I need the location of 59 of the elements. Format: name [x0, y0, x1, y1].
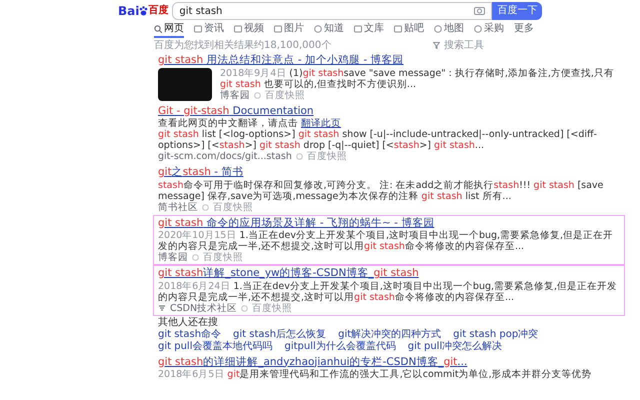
tab[interactable]: 采购 — [474, 23, 504, 38]
logo-text: 百度 — [148, 4, 168, 18]
related-search-link[interactable]: git pull冲突怎么解决 — [408, 340, 502, 352]
circle-icon — [241, 304, 248, 312]
result-title-link[interactable]: git stash的详细讲解_andyzhaojianhui的专栏-CSDN博客_git... — [158, 356, 468, 368]
square-icon — [394, 24, 402, 32]
square-icon — [354, 24, 362, 32]
tab[interactable]: 贴吧 — [394, 23, 424, 38]
search-icon — [154, 24, 162, 32]
result-snippet: 2018年6月5日 git是用来管理代码和工作流的强大工具,它以commit为单位,形成本并群分支等优势 — [158, 369, 593, 380]
result-count: 百度为您找到相关结果约18,100,000个 — [154, 40, 332, 51]
source-text: 简书社区 — [158, 202, 198, 212]
tab[interactable]: 文库 — [354, 23, 384, 38]
tab[interactable]: 地图 — [434, 23, 464, 38]
result-title-link[interactable]: git stash 命令的应用场景及详解 - 飞翔的蜗牛~ - 博客园 — [158, 216, 434, 230]
circle-icon — [192, 254, 199, 261]
related-title: 其他人还在搜 — [158, 316, 219, 328]
square-icon — [274, 24, 282, 32]
tab[interactable]: 知道 — [314, 23, 344, 38]
translate-note: 查看此网页的中文翻译，请点击 翻译此页 — [158, 118, 342, 129]
translate-link[interactable]: 翻译此页 — [301, 118, 342, 129]
camera-icon — [474, 6, 486, 15]
source-text: 博客园 — [220, 90, 250, 100]
result-title-link[interactable]: git stash 用法总结和注意点 - 加个小鸡腿 - 博客园 — [158, 54, 404, 67]
related-search-link[interactable]: git pull会覆盖本地代码吗 — [158, 340, 272, 352]
tab[interactable]: 更多 — [514, 23, 534, 38]
result-title-link[interactable]: git stash详解_stone_yw的博客-CSDN博客_git stash — [158, 267, 419, 280]
paw-icon — [139, 6, 148, 16]
tab[interactable]: 视频 — [234, 23, 264, 38]
source-text: 博客园 — [158, 252, 188, 263]
related-search-link[interactable]: git stash命令 — [158, 328, 222, 340]
related-search-link[interactable]: git stash后怎么恢复 — [233, 328, 326, 340]
circle-icon — [434, 24, 442, 32]
source-text: CSDN技术社区 — [170, 302, 238, 314]
circle-icon — [202, 204, 209, 210]
circle-icon — [254, 92, 261, 98]
square-icon — [234, 24, 242, 32]
circle-icon — [314, 24, 322, 32]
result-snippet: 2018年6月24日 1.当正在dev分支上开发某个项目,这时项目中出现一个bug,需要紧急修复,但是正在开发的内容只是完成一半,还不想提交,这时可以用git stash命令将修改的内容保存至... — [158, 280, 618, 302]
result-snippet: 2020年10月15日 1.当正在dev分支上开发某个项目,这时项目中出现一个bug,需要紧急修复,但是正在开发的内容只是完成一半,还不想提交,这时可以用git stash命令将修改的内容保存至... — [158, 230, 614, 252]
search-button[interactable]: 百度一下 — [492, 2, 542, 20]
square-icon — [194, 24, 202, 32]
result-snippet: 2018年9月4日 (1)git stashsave "save message" : 执行存储时,添加备注,方便查找,只有git stash 也要可以的,但查找时不方便识别... — [220, 68, 615, 90]
tab[interactable]: 网页 — [154, 23, 184, 38]
result-title-link[interactable]: Git - git-stash Documentation — [158, 104, 314, 118]
circle-icon — [296, 153, 303, 160]
related-search-link[interactable]: git解决冲突的四种方式 — [338, 328, 442, 340]
source-text: git-scm.com/docs/git...stash — [158, 151, 292, 162]
result-snippet: git stash list [<log-options>] git stash show [-u|--include-untracked|--only-untracked] [<diff-options>] [<stash>] git stash drop [-q|--quiet] [<stash>] git stash... — [158, 129, 598, 151]
tab[interactable]: 图片 — [274, 23, 304, 38]
filter-icon — [433, 42, 440, 49]
related-search-link[interactable]: git stash pop冲突 — [453, 328, 538, 340]
logo-text: Bai — [118, 4, 140, 18]
related-search-link[interactable]: gitpull为什么会覆盖代码 — [284, 340, 396, 352]
circle-icon — [474, 24, 482, 32]
result-snippet: stash命令可用于临时保存和回复修改,可跨分支。 注: 在未add之前才能执行stash!!! git stash [save message] 保存,save为可选项,message为本次保存的注释 git stash list 所有... — [158, 180, 604, 202]
result-title-link[interactable]: git之stash - 简书 — [158, 166, 244, 179]
tab[interactable]: 资讯 — [194, 23, 224, 38]
search-field[interactable]: git stash — [172, 2, 492, 20]
